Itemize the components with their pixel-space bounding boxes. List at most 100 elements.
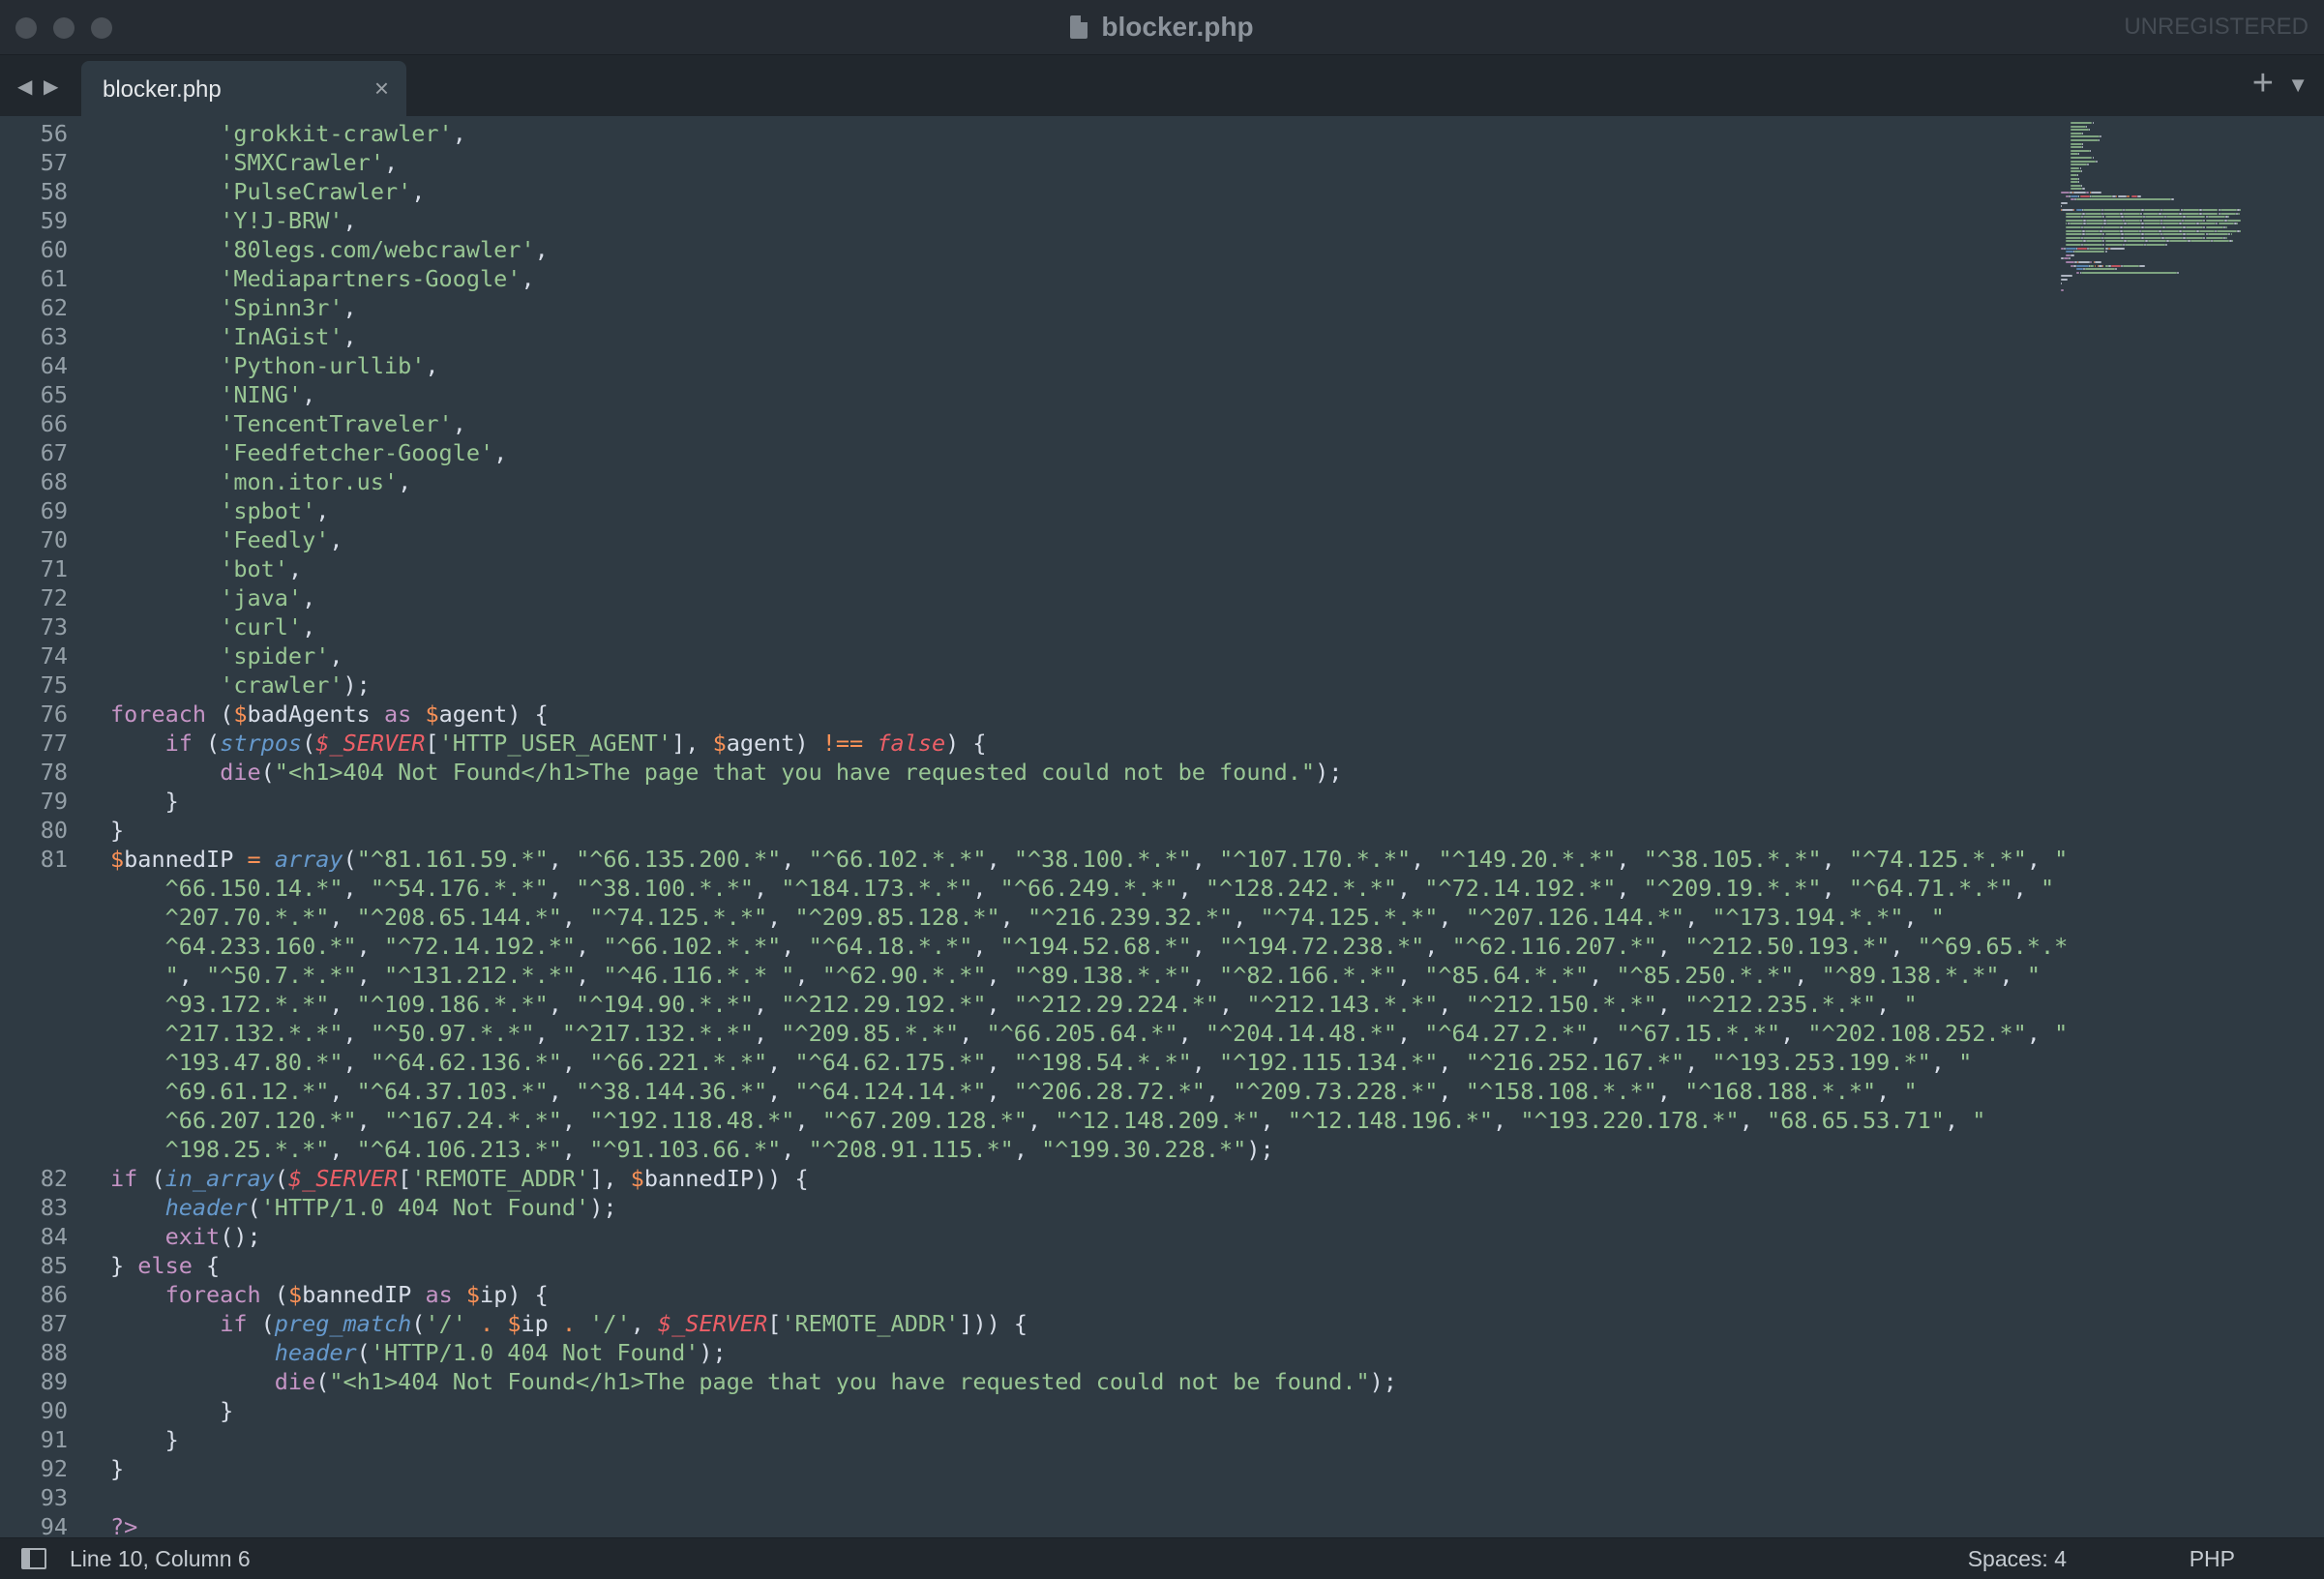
code-token: ,	[302, 584, 316, 611]
code-token: "^66.102.*.*"	[603, 933, 782, 960]
code-token: "^74.125.*.*"	[1260, 904, 1439, 931]
indentation-setting[interactable]: Spaces: 4	[1968, 1546, 2067, 1572]
code-token: (	[247, 1310, 275, 1337]
code-line[interactable]: ^193.47.80.*", "^64.62.136.*", "^66.221.…	[110, 1048, 1973, 1077]
minimap-stroke	[2168, 240, 2189, 243]
code-line[interactable]: 'SMXCrawler',	[110, 148, 398, 177]
code-token: ,	[329, 1078, 357, 1105]
code-line[interactable]: 'bot',	[110, 554, 302, 583]
code-line[interactable]: if (strpos($_SERVER['HTTP_USER_AGENT'], …	[110, 729, 987, 758]
minimap-stroke	[2103, 212, 2121, 215]
code-token: ,	[1930, 1049, 1959, 1076]
sidebar-toggle-icon[interactable]	[21, 1548, 46, 1569]
code-token: $	[287, 1281, 303, 1308]
code-line[interactable]: 'java',	[110, 583, 315, 612]
code-line[interactable]: ^217.132.*.*", "^50.97.*.*", "^217.132.*…	[110, 1019, 2069, 1048]
code-line[interactable]: ?>	[110, 1512, 137, 1538]
code-token: '80legs.com/webcrawler'	[220, 236, 535, 263]
code-line[interactable]: $bannedIP = array("^81.161.59.*", "^66.1…	[110, 845, 2068, 874]
code-line[interactable]: die("<h1>404 Not Found</h1>The page that…	[110, 1367, 1397, 1396]
minimap-stroke	[2084, 233, 2102, 236]
code-line[interactable]: '80legs.com/webcrawler',	[110, 235, 549, 264]
minimap-stroke	[2066, 236, 2081, 239]
code-line[interactable]: 'Spinn3r',	[110, 293, 357, 322]
code-line[interactable]: ^66.150.14.*", "^54.176.*.*", "^38.100.*…	[110, 874, 2055, 903]
close-icon[interactable]: ×	[374, 74, 389, 104]
code-line[interactable]: 'Python-urllib',	[110, 351, 438, 380]
code-line[interactable]: 'Mediapartners-Google',	[110, 264, 534, 293]
code-token: die	[274, 1368, 316, 1395]
code-line[interactable]: ", "^50.7.*.*", "^131.212.*.*", "^46.116…	[110, 961, 2041, 990]
syntax-selector[interactable]: PHP	[2190, 1546, 2235, 1572]
code-line[interactable]: exit();	[110, 1222, 261, 1251]
minimap-stroke	[2237, 223, 2239, 225]
back-arrow-icon[interactable]: ◀	[17, 74, 32, 99]
code-token: "^85.64.*.*"	[1424, 962, 1590, 989]
code-line[interactable]: ^66.207.120.*", "^167.24.*.*", "^192.118…	[110, 1106, 1986, 1135]
code-line[interactable]: }	[110, 787, 179, 816]
tab-blocker-php[interactable]: blocker.php ×	[81, 61, 406, 116]
minimap-stroke	[2125, 219, 2140, 222]
minimap-stroke	[2225, 236, 2227, 239]
minimap-stroke	[2143, 223, 2160, 225]
minimap-stroke	[2096, 160, 2098, 163]
code-line[interactable]: ^69.61.12.*", "^64.37.103.*", "^38.144.3…	[110, 1077, 1918, 1106]
code-line[interactable]: header('HTTP/1.0 404 Not Found');	[110, 1193, 617, 1222]
code-line[interactable]: 'PulseCrawler',	[110, 177, 425, 206]
new-tab-icon[interactable]: +	[2252, 63, 2274, 104]
code-line[interactable]: ^198.25.*.*", "^64.106.213.*", "^91.103.…	[110, 1135, 1274, 1164]
tab-bar: ◀ ▶ blocker.php × + ▼	[0, 55, 2324, 116]
line-number: 93	[40, 1484, 68, 1511]
code-token: "^168.188.*.*"	[1684, 1078, 1877, 1105]
code-line[interactable]: ^207.70.*.*", "^208.65.144.*", "^74.125.…	[110, 903, 1945, 932]
code-line[interactable]: 'Feedly',	[110, 525, 343, 554]
code-token: 'grokkit-crawler'	[220, 120, 453, 147]
code-token: "	[2054, 846, 2069, 873]
code-line[interactable]: die("<h1>404 Not Found</h1>The page that…	[110, 758, 1342, 787]
code-line[interactable]: 'crawler');	[110, 670, 371, 700]
code-token: "^66.135.200.*"	[576, 846, 782, 873]
code-token: (	[260, 759, 275, 786]
code-line[interactable]: foreach ($bannedIP as $ip) {	[110, 1280, 549, 1309]
code-line[interactable]: }	[110, 816, 124, 845]
cursor-position[interactable]: Line 10, Column 6	[70, 1546, 251, 1572]
code-token: 'HTTP_USER_AGENT'	[438, 730, 672, 757]
code-line[interactable]: }	[110, 1425, 179, 1454]
code-line[interactable]: if (in_array($_SERVER['REMOTE_ADDR'], $b…	[110, 1164, 809, 1193]
code-line[interactable]: foreach ($badAgents as $agent) {	[110, 700, 549, 729]
code-line[interactable]: }	[110, 1396, 233, 1425]
code-line[interactable]: 'NING',	[110, 380, 315, 409]
code-token: if	[220, 1310, 248, 1337]
code-line[interactable]: 'Feedfetcher-Google',	[110, 438, 507, 467]
code-editor[interactable]: 56 57 58 59 60 61 62 63 64 65 66 67 68 69 70 71 72 73 74 75…	[0, 116, 2324, 1538]
code-line[interactable]: 'grokkit-crawler',	[110, 119, 466, 148]
minimap-stroke	[2137, 194, 2142, 197]
code-line[interactable]: 'spider',	[110, 641, 343, 670]
minimap-stroke	[2171, 198, 2174, 201]
code-token: "^193.253.199.*"	[1712, 1049, 1931, 1076]
code-line[interactable]: 'curl',	[110, 612, 315, 641]
minimap-stroke	[2079, 166, 2081, 169]
code-line[interactable]: 'Y!J-BRW',	[110, 206, 357, 235]
code-token: "^67.209.128.*"	[821, 1107, 1028, 1134]
code-token: "^85.250.*.*"	[1616, 962, 1795, 989]
code-line[interactable]: } else {	[110, 1251, 220, 1280]
code-line[interactable]: ^93.172.*.*", "^109.186.*.*", "^194.90.*…	[110, 990, 1918, 1019]
minimap-stroke	[2082, 146, 2084, 149]
code-token: 'crawler'	[220, 671, 343, 699]
code-line[interactable]: header('HTTP/1.0 404 Not Found');	[110, 1338, 727, 1367]
code-line[interactable]: if (preg_match('/' . $ip . '/', $_SERVER…	[110, 1309, 1028, 1338]
code-line[interactable]: 'InAGist',	[110, 322, 357, 351]
code-line[interactable]: 'mon.itor.us',	[110, 467, 411, 496]
code-token: ])) {	[959, 1310, 1028, 1337]
code-line[interactable]: ^64.233.160.*", "^72.14.192.*", "^66.102…	[110, 932, 2069, 961]
minimap[interactable]	[2061, 116, 2322, 551]
forward-arrow-icon[interactable]: ▶	[44, 74, 58, 99]
chevron-down-icon[interactable]: ▼	[2287, 73, 2309, 98]
code-line[interactable]: }	[110, 1454, 124, 1483]
code-line[interactable]: 'TencentTraveler',	[110, 409, 466, 438]
minimap-stroke	[2068, 257, 2071, 260]
minimap-stroke	[2143, 236, 2161, 239]
code-line[interactable]: 'spbot',	[110, 496, 329, 525]
